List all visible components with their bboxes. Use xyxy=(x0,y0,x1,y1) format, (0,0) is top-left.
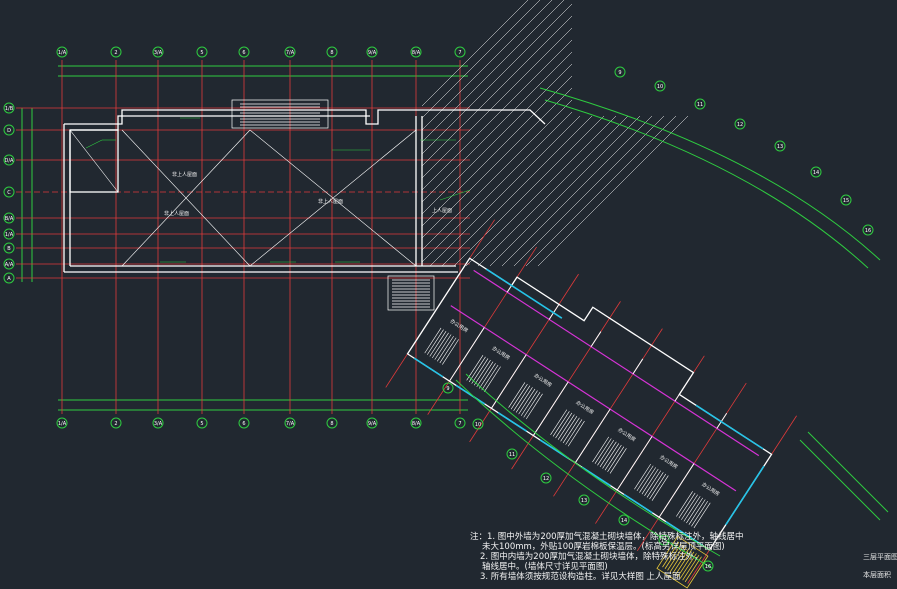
drawing-title: 三层平面图 xyxy=(863,553,897,561)
roof-label-3: 非上人屋面 xyxy=(318,198,343,205)
general-notes: 注：1. 图中外墙为200厚加气混凝土砌块墙体，除特殊标注外，轴线居中 未大10… xyxy=(470,532,744,582)
svg-text:13: 13 xyxy=(777,144,783,150)
svg-text:D/A: D/A xyxy=(5,158,15,164)
svg-text:11: 11 xyxy=(509,452,515,458)
svg-text:7/A: 7/A xyxy=(286,421,295,427)
svg-text:A: A xyxy=(7,276,11,282)
svg-text:13: 13 xyxy=(581,498,587,504)
svg-text:1/B: 1/B xyxy=(5,106,14,112)
svg-text:10: 10 xyxy=(475,422,481,428)
svg-text:7: 7 xyxy=(458,421,461,427)
svg-text:3/A: 3/A xyxy=(154,50,163,56)
note-line-3-text: 3. 所有墙体须按规范设构造柱。详见大样图 xyxy=(480,572,644,582)
svg-text:9/A: 9/A xyxy=(368,50,377,56)
svg-text:2: 2 xyxy=(114,421,117,427)
svg-text:D: D xyxy=(7,128,11,134)
svg-text:11: 11 xyxy=(697,102,703,108)
svg-text:B/A: B/A xyxy=(5,216,14,222)
svg-text:12: 12 xyxy=(737,122,743,128)
svg-text:5: 5 xyxy=(200,50,203,56)
svg-text:9: 9 xyxy=(618,70,621,76)
cad-floor-plan-canvas[interactable]: 1/A 2 3/A 5 6 7/A 8 9/A 8/A 7 1/A 2 3/A 5 6 7/A 8 9/A 8/A… xyxy=(0,0,897,589)
svg-text:6: 6 xyxy=(242,421,245,427)
note-line-2b: 轴线居中。(墙体尺寸详见平面图) xyxy=(482,562,608,572)
svg-text:7/A: 7/A xyxy=(286,50,295,56)
svg-text:14: 14 xyxy=(813,170,819,176)
svg-text:12: 12 xyxy=(543,476,549,482)
svg-text:6: 6 xyxy=(242,50,245,56)
drawing-subtitle: 本层面积 xyxy=(863,571,891,579)
svg-text:8: 8 xyxy=(330,421,333,427)
svg-text:8: 8 xyxy=(330,50,333,56)
svg-text:10: 10 xyxy=(657,84,663,90)
svg-text:1/A: 1/A xyxy=(5,232,14,238)
title-block: 三层平面图 本层面积 xyxy=(863,552,897,580)
svg-text:16: 16 xyxy=(865,228,871,234)
note-line-1: 注：1. 图中外墙为200厚加气混凝土砌块墙体，除特殊标注外，轴线居中 xyxy=(470,532,744,542)
roof-label-4: 上人屋面 xyxy=(432,207,452,214)
note-line-2: 2. 图中内墙为200厚加气混凝土砌块墙体，除特殊标注外， xyxy=(480,552,703,562)
svg-text:8/A: 8/A xyxy=(412,421,421,427)
svg-text:15: 15 xyxy=(843,198,849,204)
svg-text:2: 2 xyxy=(114,50,117,56)
svg-text:1/A: 1/A xyxy=(58,50,67,56)
svg-text:9/A: 9/A xyxy=(368,421,377,427)
svg-text:1/A: 1/A xyxy=(58,421,67,427)
svg-text:14: 14 xyxy=(621,518,627,524)
svg-text:A/A: A/A xyxy=(5,262,14,268)
svg-text:8/A: 8/A xyxy=(412,50,421,56)
roof-label-1: 非上人屋面 xyxy=(172,171,197,178)
svg-text:B: B xyxy=(7,246,11,252)
note-line-3: 3. 所有墙体须按规范设构造柱。详见大样图 上人屋面 xyxy=(470,572,744,582)
svg-text:5: 5 xyxy=(200,421,203,427)
svg-text:7: 7 xyxy=(458,50,461,56)
note-tail: 上人屋面 xyxy=(646,572,681,582)
svg-text:C: C xyxy=(7,190,11,196)
roof-label-2: 非上人屋面 xyxy=(164,210,189,217)
note-line-1b: 未大100mm，外贴100厚岩棉板保温层。(标高另详屋顶平面图) xyxy=(482,542,725,552)
svg-text:9: 9 xyxy=(446,386,449,392)
svg-text:3/A: 3/A xyxy=(154,421,163,427)
